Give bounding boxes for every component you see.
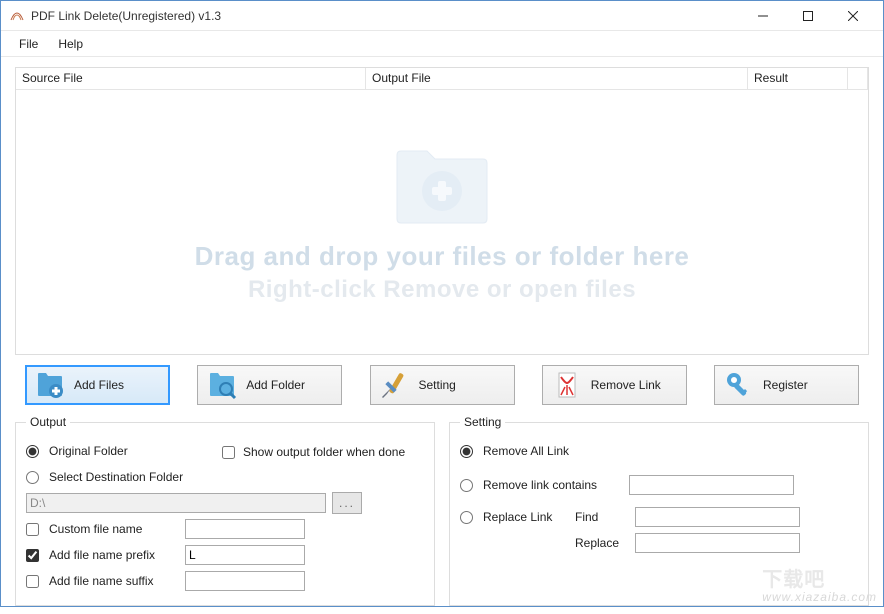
folder-plus-icon [387,141,497,231]
browse-label: ... [339,496,355,510]
find-label: Find [575,510,629,524]
remove-link-label: Remove Link [591,378,661,392]
destination-path-input [26,493,326,513]
replace-link-label[interactable]: Replace Link [483,510,569,524]
replace-label: Replace [575,536,629,550]
menu-file[interactable]: File [9,33,48,55]
col-end [848,68,868,89]
drop-hint: Drag and drop your files or folder here … [16,90,868,354]
select-destination-radio[interactable] [26,471,39,484]
setting-icon [379,369,411,401]
col-source-file[interactable]: Source File [16,68,366,89]
remove-contains-radio[interactable] [460,479,473,492]
window-title: PDF Link Delete(Unregistered) v1.3 [31,9,740,23]
replace-link-radio[interactable] [460,511,473,524]
add-folder-label: Add Folder [246,378,305,392]
drop-hint-line2: Right-click Remove or open files [248,276,636,304]
output-legend: Output [26,415,70,429]
watermark-url: www.xiazaiba.com [762,590,877,604]
menu-help[interactable]: Help [48,33,93,55]
show-output-done-label[interactable]: Show output folder when done [243,445,405,459]
file-list[interactable]: Source File Output File Result Drag and … [15,67,869,355]
remove-all-radio[interactable] [460,445,473,458]
original-folder-label[interactable]: Original Folder [49,444,128,458]
suffix-input[interactable] [185,571,305,591]
add-prefix-label[interactable]: Add file name prefix [49,548,179,562]
window-controls [740,2,875,30]
custom-file-name-input[interactable] [185,519,305,539]
action-button-row: Add Files Add Folder Setting Remove Link… [15,365,869,405]
file-list-header: Source File Output File Result [16,68,868,90]
replace-input[interactable] [635,533,800,553]
add-suffix-checkbox[interactable] [26,575,39,588]
col-output-file[interactable]: Output File [366,68,748,89]
remove-contains-label[interactable]: Remove link contains [483,478,623,492]
browse-button[interactable]: ... [332,492,362,514]
setting-label: Setting [419,378,456,392]
watermark: 下载吧 www.xiazaiba.com [762,570,877,604]
maximize-button[interactable] [785,2,830,30]
register-label: Register [763,378,808,392]
drop-hint-line1: Drag and drop your files or folder here [195,241,690,272]
add-files-button[interactable]: Add Files [25,365,170,405]
add-folder-icon [206,369,238,401]
app-icon [9,8,25,24]
remove-link-icon [551,369,583,401]
register-button[interactable]: Register [714,365,859,405]
remove-contains-input[interactable] [629,475,794,495]
add-files-label: Add Files [74,378,124,392]
setting-legend: Setting [460,415,505,429]
add-prefix-checkbox[interactable] [26,549,39,562]
show-output-done-checkbox[interactable] [222,446,235,459]
watermark-cn: 下载吧 [762,570,877,590]
custom-file-name-label[interactable]: Custom file name [49,522,179,536]
menubar: File Help [1,31,883,57]
setting-button[interactable]: Setting [370,365,515,405]
original-folder-radio[interactable] [26,445,39,458]
titlebar: PDF Link Delete(Unregistered) v1.3 [1,1,883,31]
col-result[interactable]: Result [748,68,848,89]
prefix-input[interactable] [185,545,305,565]
register-icon [723,369,755,401]
find-input[interactable] [635,507,800,527]
add-files-icon [34,369,66,401]
minimize-button[interactable] [740,2,785,30]
add-folder-button[interactable]: Add Folder [197,365,342,405]
select-destination-label[interactable]: Select Destination Folder [49,470,183,484]
add-suffix-label[interactable]: Add file name suffix [49,574,179,588]
custom-file-name-checkbox[interactable] [26,523,39,536]
close-button[interactable] [830,2,875,30]
output-group: Output Original Folder Show output folde… [15,415,435,606]
remove-link-button[interactable]: Remove Link [542,365,687,405]
remove-all-label[interactable]: Remove All Link [483,444,623,458]
